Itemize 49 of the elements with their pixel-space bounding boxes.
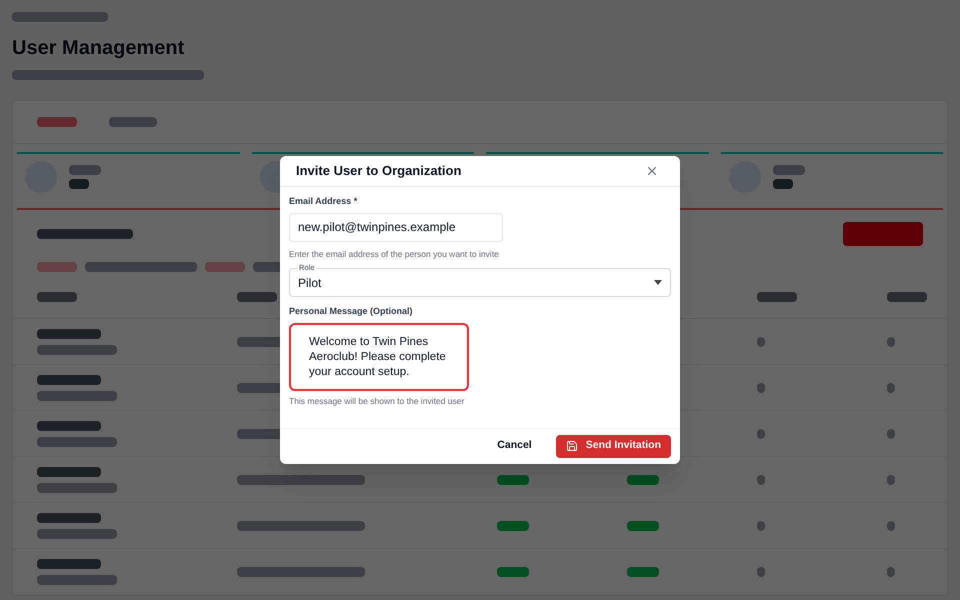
blurred-text (37, 558, 101, 568)
cancel-button[interactable]: Cancel (489, 434, 540, 458)
save-icon (566, 440, 578, 452)
blurred-text (887, 428, 895, 438)
caret-icon (654, 280, 662, 286)
blurred-text (69, 165, 101, 175)
blurred-text (887, 566, 895, 576)
blurred-text (757, 474, 765, 484)
blurred-text (205, 262, 245, 272)
blurred-text (497, 474, 529, 484)
blurred-text (627, 520, 659, 530)
blurred-text (37, 420, 101, 430)
blurred-text (887, 382, 895, 392)
blurred-text (757, 428, 765, 438)
blurred-text (627, 474, 659, 484)
blurred-text (37, 512, 101, 522)
blurred-text (627, 566, 659, 576)
close-icon (645, 164, 659, 178)
blurred-text (772, 179, 792, 189)
blurred-text (37, 262, 77, 272)
field-label: Personal Message (Optional) (289, 305, 414, 318)
blurred-text (887, 474, 895, 484)
blurred-text (497, 566, 529, 576)
blurred-text (37, 292, 77, 302)
blurred-text (37, 466, 101, 476)
blurred-text (772, 165, 804, 175)
blurred-text (757, 336, 765, 346)
blurred-text (887, 336, 895, 346)
dialog-title: Invite User to Organization (296, 162, 462, 180)
field-label: Email Address * (289, 195, 358, 208)
blurred-text (757, 566, 765, 576)
blurred-text (237, 292, 277, 302)
helper-text: This message will be shown to the invited user (289, 394, 466, 408)
blurred-text (757, 292, 797, 302)
blurred-text (887, 520, 895, 530)
send-invitation-button[interactable]: Send Invitation (556, 434, 671, 458)
message-field[interactable]: Welcome to Twin Pines Aeroclub! Please complete your account setup. (289, 322, 469, 391)
blurred-text (37, 328, 101, 338)
blurred-text (757, 520, 765, 530)
page-title: User Management (12, 36, 186, 61)
blurred-text (37, 374, 101, 384)
helper-text: Enter the email address of the person you want to invite (289, 248, 500, 260)
blurred-text (497, 520, 529, 530)
blurred-text (69, 179, 89, 189)
email-field[interactable]: new.pilot@twinpines.example (289, 212, 503, 242)
blurred-text (887, 292, 927, 302)
blurred-text (757, 382, 765, 392)
blurred-text (37, 117, 77, 127)
blurred-text (109, 117, 157, 127)
